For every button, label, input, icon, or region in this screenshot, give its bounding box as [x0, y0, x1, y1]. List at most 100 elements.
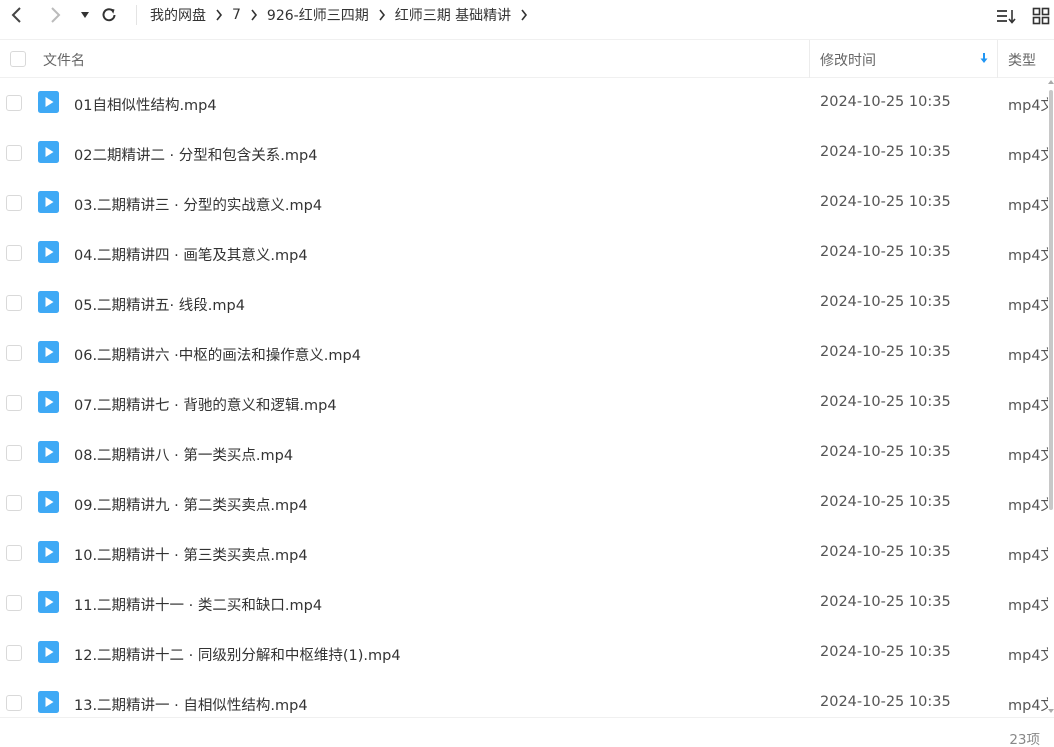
toolbar-divider	[136, 5, 137, 25]
file-type: mp4文件	[1008, 198, 1048, 214]
column-divider[interactable]	[809, 40, 810, 78]
column-divider[interactable]	[997, 40, 998, 78]
file-row[interactable]: 09.二期精讲九 · 第二类买卖点.mp4 2024-10-25 10:35 m…	[0, 478, 1048, 528]
sort-list-icon	[997, 10, 1016, 24]
file-modified-time: 2024-10-25 10:35	[820, 644, 951, 660]
file-name: 06.二期精讲六 ·中枢的画法和操作意义.mp4	[74, 348, 361, 364]
chevron-left-icon	[11, 7, 21, 23]
file-row[interactable]: 05.二期精讲五· 线段.mp4 2024-10-25 10:35 mp4文件	[0, 278, 1048, 328]
breadcrumb-item-7[interactable]: 7	[232, 7, 241, 23]
file-checkbox[interactable]	[6, 195, 22, 211]
breadcrumb-item-root[interactable]: 我的网盘	[150, 5, 206, 25]
file-name: 02二期精讲二 · 分型和包含关系.mp4	[74, 148, 318, 164]
file-name: 03.二期精讲三 · 分型的实战意义.mp4	[74, 198, 323, 214]
select-all-checkbox[interactable]	[10, 51, 26, 67]
file-type: mp4文件	[1008, 548, 1048, 564]
history-dropdown-button[interactable]	[74, 4, 96, 26]
video-file-icon	[38, 591, 59, 613]
video-file-icon	[38, 541, 59, 563]
file-name: 05.二期精讲五· 线段.mp4	[74, 298, 245, 314]
chevron-right-icon[interactable]	[511, 9, 537, 21]
breadcrumb-item-course[interactable]: 926-红师三四期	[267, 5, 369, 25]
file-modified-time: 2024-10-25 10:35	[820, 394, 951, 410]
file-checkbox[interactable]	[6, 595, 22, 611]
file-name: 08.二期精讲八 · 第一类买点.mp4	[74, 448, 294, 464]
file-row[interactable]: 10.二期精讲十 · 第三类买卖点.mp4 2024-10-25 10:35 m…	[0, 528, 1048, 578]
file-row[interactable]: 08.二期精讲八 · 第一类买点.mp4 2024-10-25 10:35 mp…	[0, 428, 1048, 478]
file-row[interactable]: 07.二期精讲七 · 背驰的意义和逻辑.mp4 2024-10-25 10:35…	[0, 378, 1048, 428]
file-row[interactable]: 03.二期精讲三 · 分型的实战意义.mp4 2024-10-25 10:35 …	[0, 178, 1048, 228]
file-modified-time: 2024-10-25 10:35	[820, 444, 951, 460]
file-checkbox[interactable]	[6, 295, 22, 311]
caret-down-icon	[81, 12, 89, 18]
toolbar: 我的网盘 7 926-红师三四期 红师三期 基础精讲	[0, 0, 1054, 30]
scroll-down-arrow-icon[interactable]	[1048, 709, 1054, 713]
chevron-right-icon	[51, 7, 61, 23]
file-row[interactable]: 04.二期精讲四 · 画笔及其意义.mp4 2024-10-25 10:35 m…	[0, 228, 1048, 278]
file-checkbox[interactable]	[6, 245, 22, 261]
file-type: mp4文件	[1008, 348, 1048, 364]
file-checkbox[interactable]	[6, 95, 22, 111]
status-bar: 23项	[0, 717, 1054, 747]
column-header-name[interactable]: 文件名	[43, 50, 85, 70]
file-row[interactable]: 13.二期精讲一 · 自相似性结构.mp4 2024-10-25 10:35 m…	[0, 678, 1048, 717]
file-type: mp4文件	[1008, 448, 1048, 464]
file-name: 13.二期精讲一 · 自相似性结构.mp4	[74, 698, 308, 714]
file-checkbox[interactable]	[6, 145, 22, 161]
file-name: 12.二期精讲十二 · 同级别分解和中枢维持(1).mp4	[74, 648, 401, 664]
chevron-right-icon	[241, 9, 267, 21]
scrollbar-thumb[interactable]	[1049, 90, 1053, 510]
video-file-icon	[38, 291, 59, 313]
file-checkbox[interactable]	[6, 345, 22, 361]
file-modified-time: 2024-10-25 10:35	[820, 244, 951, 260]
file-type: mp4文件	[1008, 248, 1048, 264]
sort-descending-icon[interactable]	[979, 52, 989, 68]
file-list: 01自相似性结构.mp4 2024-10-25 10:35 mp4文件 02二期…	[0, 78, 1048, 717]
file-modified-time: 2024-10-25 10:35	[820, 344, 951, 360]
video-file-icon	[38, 191, 59, 213]
back-button[interactable]	[6, 4, 28, 26]
scroll-up-arrow-icon[interactable]	[1048, 80, 1054, 84]
file-checkbox[interactable]	[6, 495, 22, 511]
file-list-header: 文件名 修改时间 类型	[0, 39, 1054, 78]
file-row[interactable]: 01自相似性结构.mp4 2024-10-25 10:35 mp4文件	[0, 78, 1048, 128]
column-header-modified-time[interactable]: 修改时间	[820, 50, 876, 70]
chevron-right-icon	[369, 9, 395, 21]
file-type: mp4文件	[1008, 148, 1048, 164]
breadcrumb-item-current[interactable]: 红师三期 基础精讲	[395, 5, 511, 25]
forward-button[interactable]	[44, 4, 66, 26]
column-header-type[interactable]: 类型	[1008, 50, 1036, 70]
video-file-icon	[38, 391, 59, 413]
video-file-icon	[38, 491, 59, 513]
file-modified-time: 2024-10-25 10:35	[820, 544, 951, 560]
file-checkbox[interactable]	[6, 545, 22, 561]
video-file-icon	[38, 691, 59, 713]
video-file-icon	[38, 91, 59, 113]
file-modified-time: 2024-10-25 10:35	[820, 294, 951, 310]
file-row[interactable]: 02二期精讲二 · 分型和包含关系.mp4 2024-10-25 10:35 m…	[0, 128, 1048, 178]
file-modified-time: 2024-10-25 10:35	[820, 594, 951, 610]
chevron-right-icon	[206, 9, 232, 21]
file-checkbox[interactable]	[6, 645, 22, 661]
file-modified-time: 2024-10-25 10:35	[820, 94, 951, 110]
file-row[interactable]: 12.二期精讲十二 · 同级别分解和中枢维持(1).mp4 2024-10-25…	[0, 628, 1048, 678]
file-type: mp4文件	[1008, 498, 1048, 514]
file-modified-time: 2024-10-25 10:35	[820, 694, 951, 710]
file-row[interactable]: 06.二期精讲六 ·中枢的画法和操作意义.mp4 2024-10-25 10:3…	[0, 328, 1048, 378]
sort-button[interactable]	[994, 4, 1018, 28]
file-checkbox[interactable]	[6, 445, 22, 461]
refresh-button[interactable]	[98, 4, 120, 26]
file-type: mp4文件	[1008, 698, 1048, 714]
file-row[interactable]: 11.二期精讲十一 · 类二买和缺口.mp4 2024-10-25 10:35 …	[0, 578, 1048, 628]
vertical-scrollbar[interactable]	[1048, 78, 1054, 717]
file-name: 11.二期精讲十一 · 类二买和缺口.mp4	[74, 598, 323, 614]
file-type: mp4文件	[1008, 98, 1048, 114]
video-file-icon	[38, 141, 59, 163]
file-type: mp4文件	[1008, 398, 1048, 414]
file-checkbox[interactable]	[6, 395, 22, 411]
view-mode-button[interactable]	[1029, 4, 1053, 28]
video-file-icon	[38, 241, 59, 263]
file-modified-time: 2024-10-25 10:35	[820, 194, 951, 210]
file-type: mp4文件	[1008, 648, 1048, 664]
file-checkbox[interactable]	[6, 695, 22, 711]
